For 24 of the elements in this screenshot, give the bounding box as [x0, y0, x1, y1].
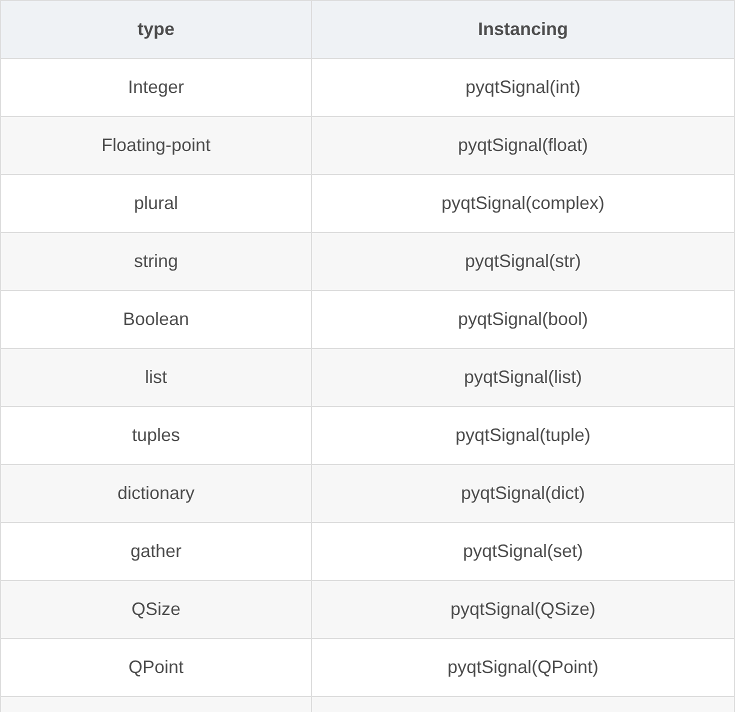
table-cell: dictionary — [1, 465, 312, 522]
table-cell: pyqtSignal(QPoint) — [312, 639, 735, 696]
table-cell: plural — [1, 175, 312, 232]
table-cell: pyqtSignal(float) — [312, 117, 735, 174]
column-header: type — [1, 1, 312, 58]
table-cell: pyqtSignal(str) — [312, 233, 735, 290]
column-header: Instancing — [312, 1, 735, 58]
table-cell: list — [1, 349, 312, 406]
table-cell: pyqtSignal(tuple) — [312, 407, 735, 464]
table-cell: string — [1, 233, 312, 290]
table-cell: pyqtSignal(set) — [312, 523, 735, 580]
table-cell: QPoint — [1, 639, 312, 696]
table-cell: pyqtSignal(dict) — [312, 465, 735, 522]
table-cell: gather — [1, 523, 312, 580]
table-cell: pyqtSignal(bool) — [312, 291, 735, 348]
table-cell: pyqtSignal(QSize) — [312, 581, 735, 638]
table-cell: Integer — [1, 59, 312, 116]
table-cell: Floating-point — [1, 117, 312, 174]
table-cell: Boolean — [1, 291, 312, 348]
table-cell: QSize — [1, 581, 312, 638]
table-cell: pyqtSignal(list) — [312, 349, 735, 406]
table-cell: pyqtSignal(int) — [312, 59, 735, 116]
table-cell: pyqtSignal(complex) — [312, 175, 735, 232]
table-cell: tuples — [1, 407, 312, 464]
